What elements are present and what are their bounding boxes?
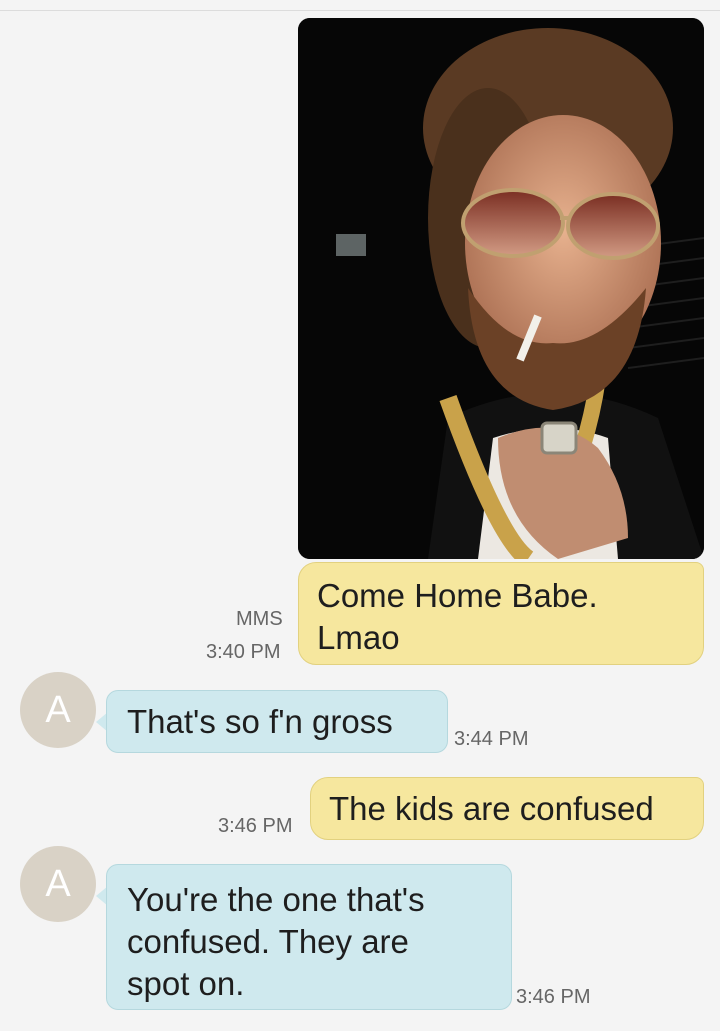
message-timestamp: 3:44 PM: [454, 728, 529, 750]
outgoing-message-bubble[interactable]: The kids are confused: [310, 777, 704, 840]
top-divider: [0, 0, 720, 11]
incoming-message-bubble[interactable]: You're the one that's confused. They are…: [106, 864, 512, 1010]
contact-avatar[interactable]: A: [20, 846, 96, 922]
incoming-message-bubble[interactable]: That's so f'n gross: [106, 690, 448, 753]
message-timestamp: 3:40 PM: [206, 641, 281, 663]
outgoing-message-bubble[interactable]: Come Home Babe. Lmao: [298, 562, 704, 665]
mms-photo-attachment[interactable]: [298, 18, 704, 559]
photo-image: [298, 18, 704, 559]
contact-avatar[interactable]: A: [20, 672, 96, 748]
message-type-label: MMS: [236, 608, 283, 630]
message-timestamp: 3:46 PM: [516, 986, 591, 1008]
message-timestamp: 3:46 PM: [218, 815, 293, 837]
